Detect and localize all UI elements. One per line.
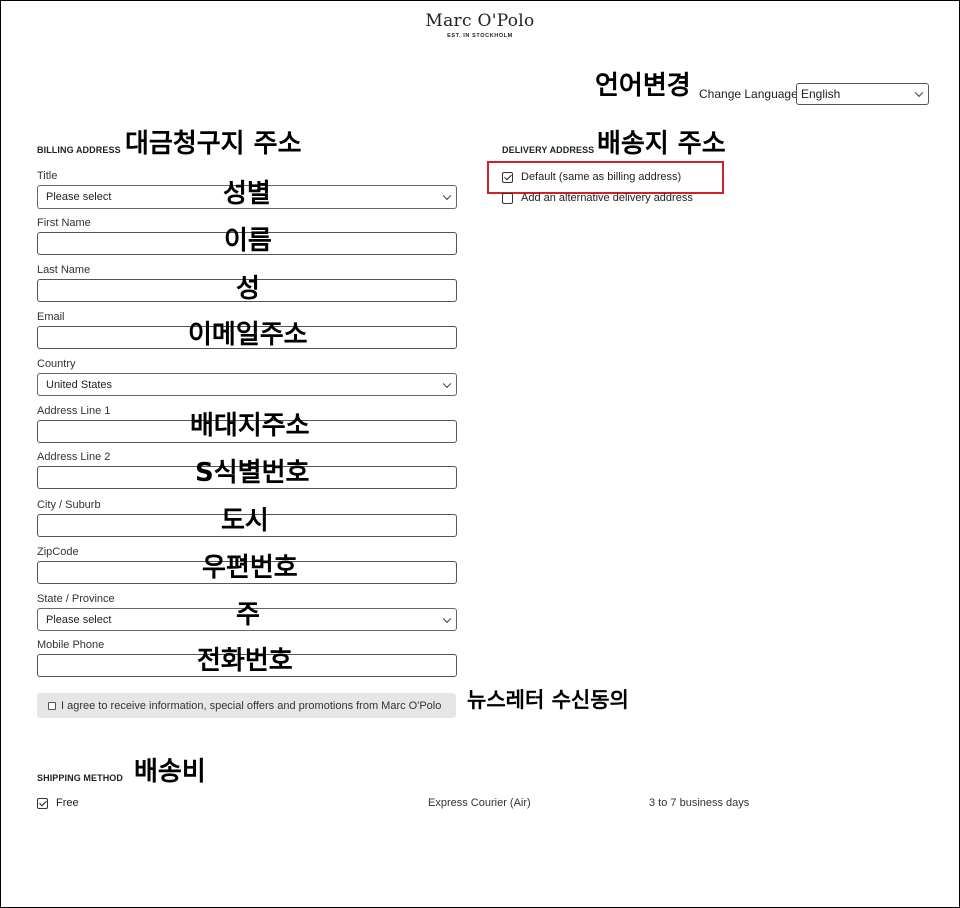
- delivery-address-annotation: 배송지 주소: [597, 129, 726, 159]
- last-name-annotation: 성: [236, 274, 260, 304]
- newsletter-consent[interactable]: I agree to receive information, special …: [37, 693, 456, 718]
- chevron-down-icon: [442, 379, 452, 388]
- delivery-default-label: Default (same as billing address): [521, 171, 682, 183]
- newsletter-label: I agree to receive information, special …: [61, 699, 442, 712]
- delivery-default-checkbox[interactable]: [502, 171, 513, 183]
- language-annotation: 언어변경: [595, 71, 691, 101]
- delivery-address-title: DELIVERY ADDRESS: [502, 145, 595, 155]
- chevron-down-icon: [442, 191, 452, 201]
- delivery-alternative-option[interactable]: Add an alternative delivery address: [502, 192, 693, 204]
- chevron-down-icon: [442, 614, 452, 623]
- country-select[interactable]: United States: [37, 373, 457, 396]
- first-name-label: First Name: [37, 217, 91, 229]
- change-language-label: Change Language: [699, 87, 798, 101]
- zipcode-annotation: 우편번호: [202, 553, 298, 583]
- brand-tagline: EST. IN STOCKHOLM: [447, 33, 513, 39]
- title-label: Title: [37, 170, 58, 182]
- shipping-method-annotation: 배송비: [134, 757, 206, 787]
- brand-name: Marc O'Polo: [425, 11, 535, 31]
- country-select-value: United States: [46, 378, 113, 391]
- mobile-phone-annotation: 전화번호: [197, 646, 293, 676]
- delivery-default-option[interactable]: Default (same as billing address): [502, 171, 681, 183]
- shipping-carrier: Express Courier (Air): [428, 797, 531, 809]
- city-annotation: 도시: [221, 506, 269, 536]
- state-label: State / Province: [37, 593, 115, 605]
- newsletter-annotation: 뉴스레터 수신동의: [467, 688, 629, 712]
- first-name-annotation: 이름: [224, 226, 272, 256]
- last-name-label: Last Name: [37, 264, 91, 276]
- shipping-method-title: SHIPPING METHOD: [37, 773, 124, 783]
- address-line-1-label: Address Line 1: [37, 405, 111, 417]
- billing-address-annotation: 대금청구지 주소: [125, 129, 302, 159]
- shipping-free-label: Free: [56, 797, 79, 809]
- zipcode-label: ZipCode: [37, 546, 79, 558]
- email-annotation: 이메일주소: [188, 320, 308, 350]
- mobile-phone-label: Mobile Phone: [37, 639, 105, 651]
- newsletter-checkbox[interactable]: [48, 701, 56, 710]
- delivery-alternative-checkbox[interactable]: [502, 192, 513, 204]
- state-annotation: 주: [236, 600, 260, 630]
- state-select-value: Please select: [46, 613, 112, 626]
- language-select[interactable]: English: [796, 83, 929, 105]
- address-line-2-annotation: S식별번호: [195, 458, 310, 488]
- title-select-value: Please select: [46, 191, 112, 203]
- address-line-2-label: Address Line 2: [37, 451, 111, 463]
- country-label: Country: [37, 358, 76, 370]
- address-line-1-annotation: 배대지주소: [190, 411, 310, 441]
- title-annotation: 성별: [223, 179, 271, 209]
- city-label: City / Suburb: [37, 499, 101, 511]
- shipping-eta: 3 to 7 business days: [649, 797, 750, 809]
- email-label: Email: [37, 311, 65, 323]
- brand-logo[interactable]: Marc O'Polo EST. IN STOCKHOLM: [0, 11, 960, 39]
- shipping-option-free[interactable]: Free: [37, 797, 79, 809]
- billing-address-title: BILLING ADDRESS: [37, 145, 121, 155]
- shipping-free-checkbox[interactable]: [37, 797, 48, 809]
- language-select-value: English: [801, 87, 841, 101]
- chevron-down-icon: [914, 88, 924, 98]
- delivery-alternative-label: Add an alternative delivery address: [521, 192, 693, 204]
